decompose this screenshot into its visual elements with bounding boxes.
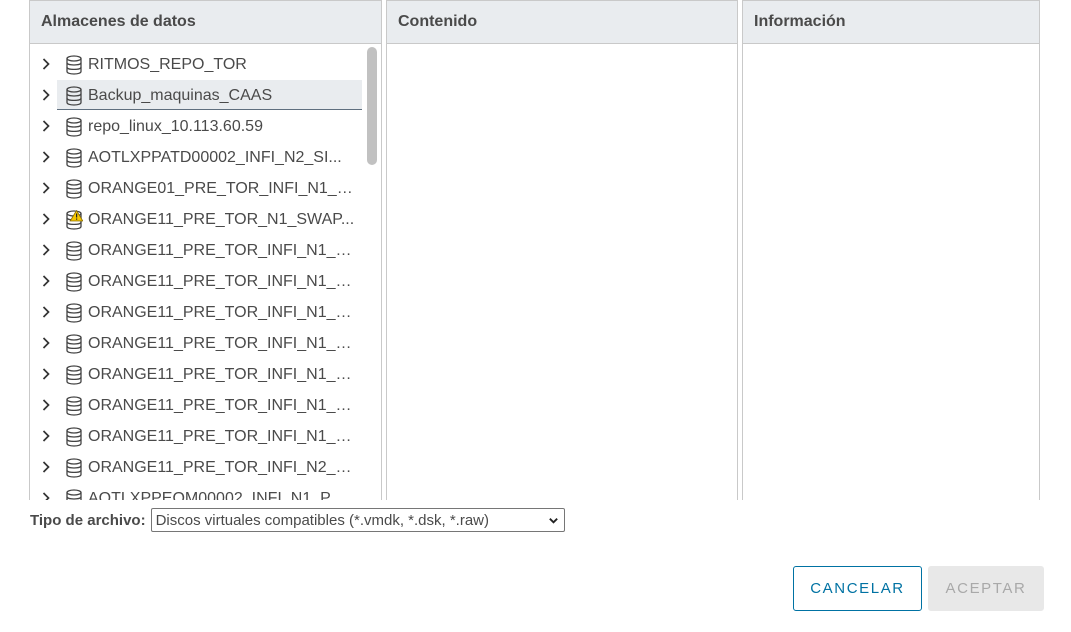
contents-panel-title: Contenido xyxy=(387,1,737,44)
contents-list xyxy=(387,44,737,500)
datastore-label: AOTLXPPATD00002_INFI_N2_SI... xyxy=(88,149,342,166)
contents-panel: Contenido xyxy=(386,0,738,500)
database-icon xyxy=(66,427,82,447)
datastore-row[interactable]: ORANGE11_PRE_TOR_INFI_N2_SI... xyxy=(30,452,363,483)
chevron-right-icon[interactable] xyxy=(39,243,53,257)
datastores-tree: RITMOS_REPO_TOR Backup_maquinas_CAAS repo_… xyxy=(30,49,363,500)
datastore-row[interactable]: ORANGE11_PRE_TOR_INFI_N1_SI... xyxy=(30,235,363,266)
info-panel: Información xyxy=(742,0,1040,500)
datastore-row[interactable]: Backup_maquinas_CAAS xyxy=(30,80,363,111)
database-icon xyxy=(66,86,82,106)
chevron-right-icon[interactable] xyxy=(39,212,53,226)
datastores-panel: Almacenes de datos RITMOS_REPO_TOR Backup… xyxy=(29,0,382,500)
datastore-row[interactable]: ORANGE11_PRE_TOR_INFI_N1_SI... xyxy=(30,328,363,359)
file-type-row: Tipo de archivo: Discos virtuales compat… xyxy=(30,508,565,532)
datastore-row[interactable]: ORANGE01_PRE_TOR_INFI_N1_SI... xyxy=(30,173,363,204)
chevron-right-icon[interactable] xyxy=(39,491,53,500)
chevron-right-icon[interactable] xyxy=(39,336,53,350)
database-icon xyxy=(66,489,82,500)
file-type-select[interactable]: Discos virtuales compatibles (*.vmdk, *.… xyxy=(150,508,565,532)
chevron-right-icon[interactable] xyxy=(39,181,53,195)
datastores-panel-title: Almacenes de datos xyxy=(30,1,381,44)
datastore-label: ORANGE11_PRE_TOR_N1_SWAP... xyxy=(88,211,355,228)
database-icon xyxy=(66,365,82,385)
datastore-row[interactable]: RITMOS_REPO_TOR xyxy=(30,49,363,80)
scrollbar-thumb[interactable] xyxy=(367,47,377,165)
chevron-down-icon xyxy=(548,518,558,524)
datastore-label: ORANGE11_PRE_TOR_INFI_N1_SI... xyxy=(88,428,362,445)
datastore-label: ORANGE11_PRE_TOR_INFI_N2_SI... xyxy=(88,459,362,476)
info-content xyxy=(743,44,1039,500)
datastore-label: ORANGE11_PRE_TOR_INFI_N1_SI... xyxy=(88,273,362,290)
database-icon xyxy=(66,241,82,261)
database-icon xyxy=(66,272,82,292)
datastore-label: ORANGE11_PRE_TOR_INFI_N1_SI... xyxy=(88,304,362,321)
chevron-right-icon[interactable] xyxy=(39,398,53,412)
database-icon xyxy=(66,117,82,137)
file-type-label: Tipo de archivo: xyxy=(30,511,146,529)
datastore-row[interactable]: AOTLXPPEOM00002_INFI_N1_P... xyxy=(30,483,363,500)
chevron-right-icon[interactable] xyxy=(39,150,53,164)
datastore-label: ORANGE11_PRE_TOR_INFI_N1_SI... xyxy=(88,397,362,414)
datastore-row[interactable]: ORANGE11_PRE_TOR_INFI_N1_SI... xyxy=(30,359,363,390)
info-panel-title: Información xyxy=(743,1,1039,44)
chevron-right-icon[interactable] xyxy=(39,460,53,474)
datastore-row[interactable]: ORANGE11_PRE_TOR_INFI_N1_SI... xyxy=(30,390,363,421)
chevron-right-icon[interactable] xyxy=(39,367,53,381)
datastore-row[interactable]: ORANGE11_PRE_TOR_INFI_N1_SI... xyxy=(30,421,363,452)
datastore-label: Backup_maquinas_CAAS xyxy=(88,87,273,104)
datastore-row[interactable]: ORANGE11_PRE_TOR_N1_SWAP... xyxy=(30,204,363,235)
datastore-label: ORANGE11_PRE_TOR_INFI_N1_SI... xyxy=(88,242,362,259)
datastore-label: RITMOS_REPO_TOR xyxy=(88,56,247,73)
chevron-right-icon[interactable] xyxy=(39,88,53,102)
chevron-right-icon[interactable] xyxy=(39,119,53,133)
datastore-label: ORANGE11_PRE_TOR_INFI_N1_SI... xyxy=(88,335,362,352)
datastore-label: ORANGE11_PRE_TOR_INFI_N1_SI... xyxy=(88,366,362,383)
cancel-button[interactable]: CANCELAR xyxy=(793,566,922,611)
datastore-label: ORANGE01_PRE_TOR_INFI_N1_SI... xyxy=(88,180,362,197)
chevron-right-icon[interactable] xyxy=(39,274,53,288)
database-icon xyxy=(66,334,82,354)
database-warning-icon xyxy=(66,210,83,230)
database-icon xyxy=(66,148,82,168)
datastores-scrollbar[interactable] xyxy=(365,46,379,500)
datastore-row[interactable]: AOTLXPPATD00002_INFI_N2_SI... xyxy=(30,142,363,173)
datastores-list-container: RITMOS_REPO_TOR Backup_maquinas_CAAS repo_… xyxy=(30,44,381,500)
database-icon xyxy=(66,396,82,416)
database-icon xyxy=(66,179,82,199)
database-icon xyxy=(66,55,82,75)
datastore-row[interactable]: ORANGE11_PRE_TOR_INFI_N1_SI... xyxy=(30,297,363,328)
datastore-row[interactable]: ORANGE11_PRE_TOR_INFI_N1_SI... xyxy=(30,266,363,297)
chevron-right-icon[interactable] xyxy=(39,57,53,71)
chevron-right-icon[interactable] xyxy=(39,305,53,319)
database-icon xyxy=(66,303,82,323)
datastore-label: AOTLXPPEOM00002_INFI_N1_P... xyxy=(88,490,343,500)
file-type-selected-value: Discos virtuales compatibles (*.vmdk, *.… xyxy=(155,511,490,529)
accept-button[interactable]: ACEPTAR xyxy=(928,566,1044,611)
datastore-label: repo_linux_10.113.60.59 xyxy=(88,118,263,135)
database-icon xyxy=(66,458,82,478)
chevron-right-icon[interactable] xyxy=(39,429,53,443)
datastore-row[interactable]: repo_linux_10.113.60.59 xyxy=(30,111,363,142)
